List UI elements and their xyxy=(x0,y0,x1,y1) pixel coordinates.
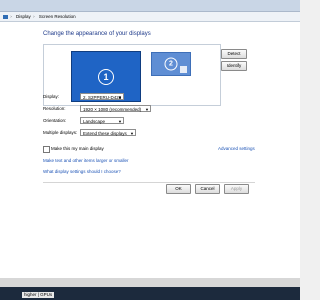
orientation-dropdown[interactable]: Landscape ▼ xyxy=(80,117,124,124)
divider xyxy=(43,182,255,183)
main-display-checkbox[interactable] xyxy=(43,146,50,153)
breadcrumb: › Display › Screen Resolution xyxy=(0,12,300,22)
detect-button[interactable]: Detect xyxy=(221,49,247,59)
multiple-displays-value: Extend these displays xyxy=(83,131,127,136)
screen-resolution-panel: Change the appearance of your displays 1… xyxy=(0,22,300,278)
ok-button[interactable]: OK xyxy=(166,184,191,194)
window-title-bar xyxy=(0,0,300,12)
chevron-down-icon: ▼ xyxy=(118,95,122,100)
breadcrumb-display[interactable]: Display xyxy=(16,14,31,19)
folder-icon xyxy=(3,14,8,19)
chevron-down-icon: ▼ xyxy=(118,119,122,124)
breadcrumb-screen-resolution[interactable]: Screen Resolution xyxy=(39,14,76,19)
main-display-label: Make this my main display xyxy=(51,146,104,151)
multiple-displays-dropdown[interactable]: Extend these displays ▼ xyxy=(80,129,136,136)
display-value: 2. S2PPERU-D428 xyxy=(83,95,122,100)
monitor-2[interactable]: 2 xyxy=(151,52,191,76)
identify-button[interactable]: Identify xyxy=(221,61,247,71)
taskbar-item[interactable]: higher | GPUs xyxy=(22,292,55,298)
text-size-link[interactable]: Make text and other items larger or smal… xyxy=(43,158,129,163)
breadcrumb-separator: › xyxy=(10,14,12,19)
resolution-value: 1920 × 1080 (recommended) xyxy=(83,107,142,112)
monitor-number: 1 xyxy=(98,68,114,85)
display-dropdown[interactable]: 2. S2PPERU-D428 ▼ xyxy=(80,93,124,100)
apply-button[interactable]: Apply xyxy=(224,184,249,194)
advanced-settings-link[interactable]: Advanced settings xyxy=(218,146,255,151)
monitor-number: 2 xyxy=(164,57,178,71)
status-strip xyxy=(0,278,300,287)
chevron-down-icon: ▼ xyxy=(130,131,134,136)
display-label: Display: xyxy=(43,94,60,99)
cancel-button[interactable]: Cancel xyxy=(195,184,220,194)
breadcrumb-separator: › xyxy=(33,14,35,19)
resolution-dropdown[interactable]: 1920 × 1080 (recommended) ▼ xyxy=(80,105,151,112)
orientation-value: Landscape xyxy=(83,119,106,124)
page-title: Change the appearance of your displays xyxy=(43,31,151,37)
grid-icon xyxy=(180,66,187,73)
orientation-label: Orientation: xyxy=(43,118,67,123)
resolution-label: Resolution: xyxy=(43,106,66,111)
chevron-down-icon: ▼ xyxy=(145,107,149,112)
monitor-arrangement: 1 2 xyxy=(43,44,221,106)
display-settings-help-link[interactable]: What display settings should I choose? xyxy=(43,169,121,174)
multiple-displays-label: Multiple displays: xyxy=(43,130,78,135)
